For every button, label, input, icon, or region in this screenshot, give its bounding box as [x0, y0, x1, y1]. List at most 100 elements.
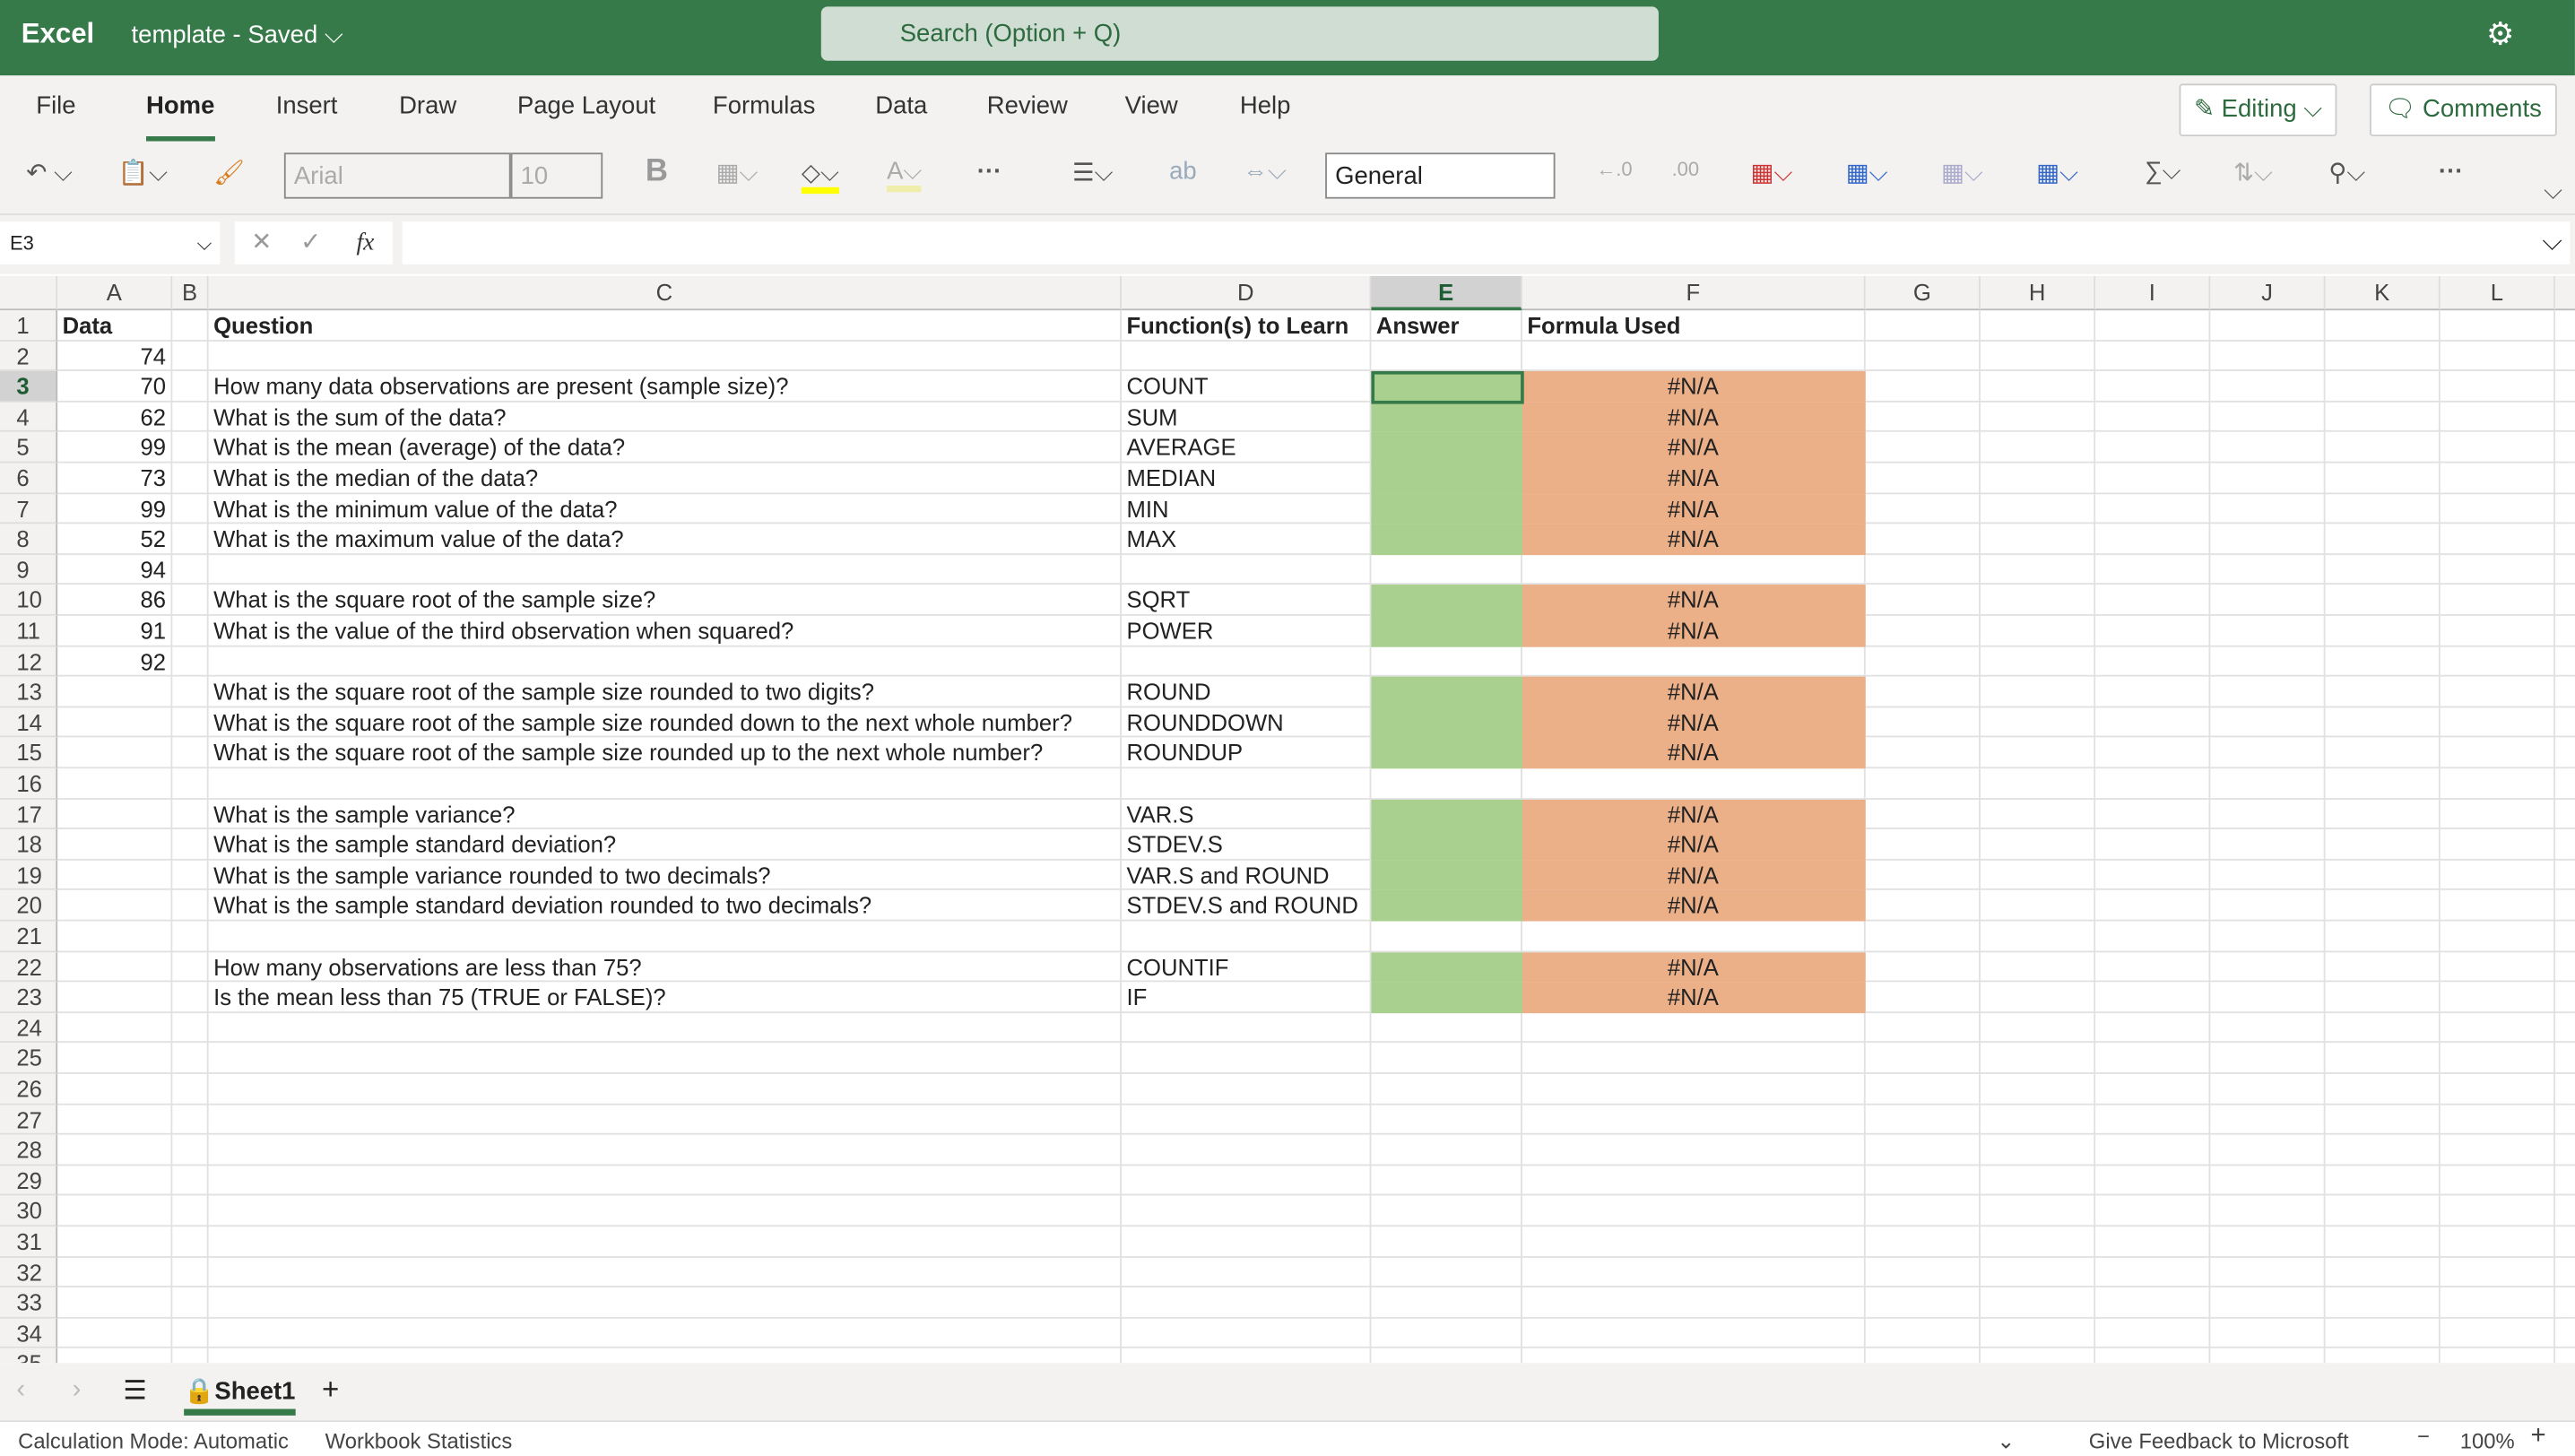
cell[interactable] [208, 1226, 1122, 1258]
cell[interactable] [2095, 493, 2211, 524]
cell[interactable] [1865, 707, 1981, 739]
row-header[interactable]: 19 [0, 860, 58, 891]
cell[interactable] [2440, 371, 2555, 403]
cell[interactable] [1121, 921, 1372, 952]
cell[interactable] [172, 890, 209, 922]
cell[interactable] [57, 1012, 173, 1044]
cell[interactable] [1522, 1196, 1866, 1227]
question-cell[interactable]: What is the sample standard deviation? [208, 829, 1122, 861]
cell[interactable] [2325, 951, 2441, 983]
cell[interactable] [2554, 646, 2575, 677]
cell[interactable] [1121, 1287, 1372, 1319]
decrease-decimal-icon[interactable]: .00 [1672, 158, 1700, 181]
cell[interactable] [172, 921, 209, 952]
formula-cell[interactable]: #N/A [1522, 890, 1866, 922]
cell[interactable] [2325, 554, 2441, 585]
column-header-C[interactable]: C [208, 275, 1122, 311]
cell[interactable] [2440, 1226, 2555, 1258]
cell[interactable] [172, 768, 209, 800]
cell[interactable] [172, 676, 209, 708]
column-header-B[interactable]: B [172, 275, 209, 311]
row-header[interactable]: 30 [0, 1196, 58, 1227]
cell[interactable] [1522, 921, 1866, 952]
cell[interactable] [2554, 1135, 2575, 1166]
cell[interactable] [2554, 1013, 2575, 1044]
conditional-formatting-icon[interactable]: ▦⌵ [1750, 158, 1792, 187]
column-header-F[interactable]: F [1522, 275, 1866, 311]
cell[interactable] [1980, 707, 2096, 739]
more-options-icon[interactable]: ··· [2439, 158, 2463, 186]
cell[interactable] [2325, 1166, 2441, 1197]
cell[interactable] [2095, 310, 2211, 342]
data-cell[interactable]: 99 [57, 493, 173, 524]
cell[interactable] [2095, 890, 2211, 922]
add-sheet-icon[interactable]: + [322, 1373, 339, 1407]
cell[interactable] [2440, 1196, 2555, 1227]
data-cell[interactable]: 62 [57, 402, 173, 433]
row-header[interactable]: 24 [0, 1012, 58, 1044]
cell[interactable] [1980, 402, 2096, 433]
answer-cell[interactable] [1371, 432, 1522, 464]
row-header[interactable]: 6 [0, 463, 58, 494]
answer-cell[interactable] [1371, 982, 1522, 1013]
cell[interactable] [2210, 860, 2326, 891]
cell[interactable] [2554, 1226, 2575, 1258]
cell[interactable] [1371, 1318, 1522, 1349]
cell[interactable] [1865, 860, 1981, 891]
data-cell[interactable]: 99 [57, 432, 173, 464]
cell[interactable] [2554, 616, 2575, 646]
cell[interactable] [2440, 493, 2555, 524]
cell[interactable] [2554, 707, 2575, 739]
cell[interactable] [2095, 1104, 2211, 1135]
cell[interactable] [2210, 799, 2326, 830]
cell[interactable] [1522, 1012, 1866, 1044]
cell[interactable] [1980, 1104, 2096, 1135]
cell[interactable] [2554, 524, 2575, 555]
cell[interactable] [2210, 1287, 2326, 1319]
cell[interactable] [57, 1318, 173, 1349]
cell[interactable] [208, 1134, 1122, 1166]
cell[interactable] [2095, 1073, 2211, 1105]
cell[interactable] [172, 1043, 209, 1074]
formula-cell[interactable]: #N/A [1522, 707, 1866, 739]
cell[interactable] [1522, 1226, 1866, 1258]
cell[interactable] [172, 1073, 209, 1105]
question-cell[interactable]: What is the square root of the sample si… [208, 585, 1122, 616]
row-header[interactable]: 17 [0, 799, 58, 830]
cell[interactable] [2554, 1166, 2575, 1197]
cell[interactable] [2095, 676, 2211, 708]
header-cell[interactable]: Answer [1371, 310, 1522, 342]
cell[interactable] [1522, 646, 1866, 677]
cell[interactable] [1980, 738, 2096, 769]
column-header-A[interactable]: A [57, 275, 173, 311]
cell[interactable] [2554, 1257, 2575, 1288]
row-header[interactable]: 27 [0, 1104, 58, 1135]
cell[interactable] [2440, 768, 2555, 800]
find-icon[interactable]: ⚲⌵ [2328, 158, 2365, 187]
cell[interactable] [1980, 1043, 2096, 1074]
cell[interactable] [57, 738, 173, 769]
formula-cell[interactable]: #N/A [1522, 738, 1866, 769]
cell[interactable] [1980, 768, 2096, 800]
row-header[interactable]: 31 [0, 1226, 58, 1258]
cell[interactable] [1121, 646, 1372, 677]
answer-cell[interactable] [1371, 615, 1522, 646]
cell[interactable] [1980, 1166, 2096, 1197]
cell[interactable] [2554, 1074, 2575, 1105]
cell[interactable] [1865, 921, 1981, 952]
column-header-K[interactable]: K [2325, 275, 2441, 311]
editing-button[interactable]: ✎ Editing ⌵ [2179, 83, 2337, 137]
function-cell[interactable]: MAX [1121, 524, 1372, 555]
answer-cell[interactable] [1371, 799, 1522, 830]
cell[interactable] [57, 1226, 173, 1258]
tab-help[interactable]: Help [1240, 92, 1291, 120]
cell[interactable] [2095, 1348, 2211, 1364]
cell[interactable] [2210, 1318, 2326, 1349]
cell[interactable] [1980, 1287, 2096, 1319]
format-table-icon[interactable]: ▦⌵ [1846, 158, 1888, 187]
cell[interactable] [2095, 371, 2211, 403]
calculation-mode[interactable]: Calculation Mode: Automatic [18, 1428, 289, 1452]
cell[interactable] [2210, 463, 2326, 494]
cell[interactable] [1866, 1348, 1981, 1364]
formula-cell[interactable]: #N/A [1522, 615, 1866, 646]
